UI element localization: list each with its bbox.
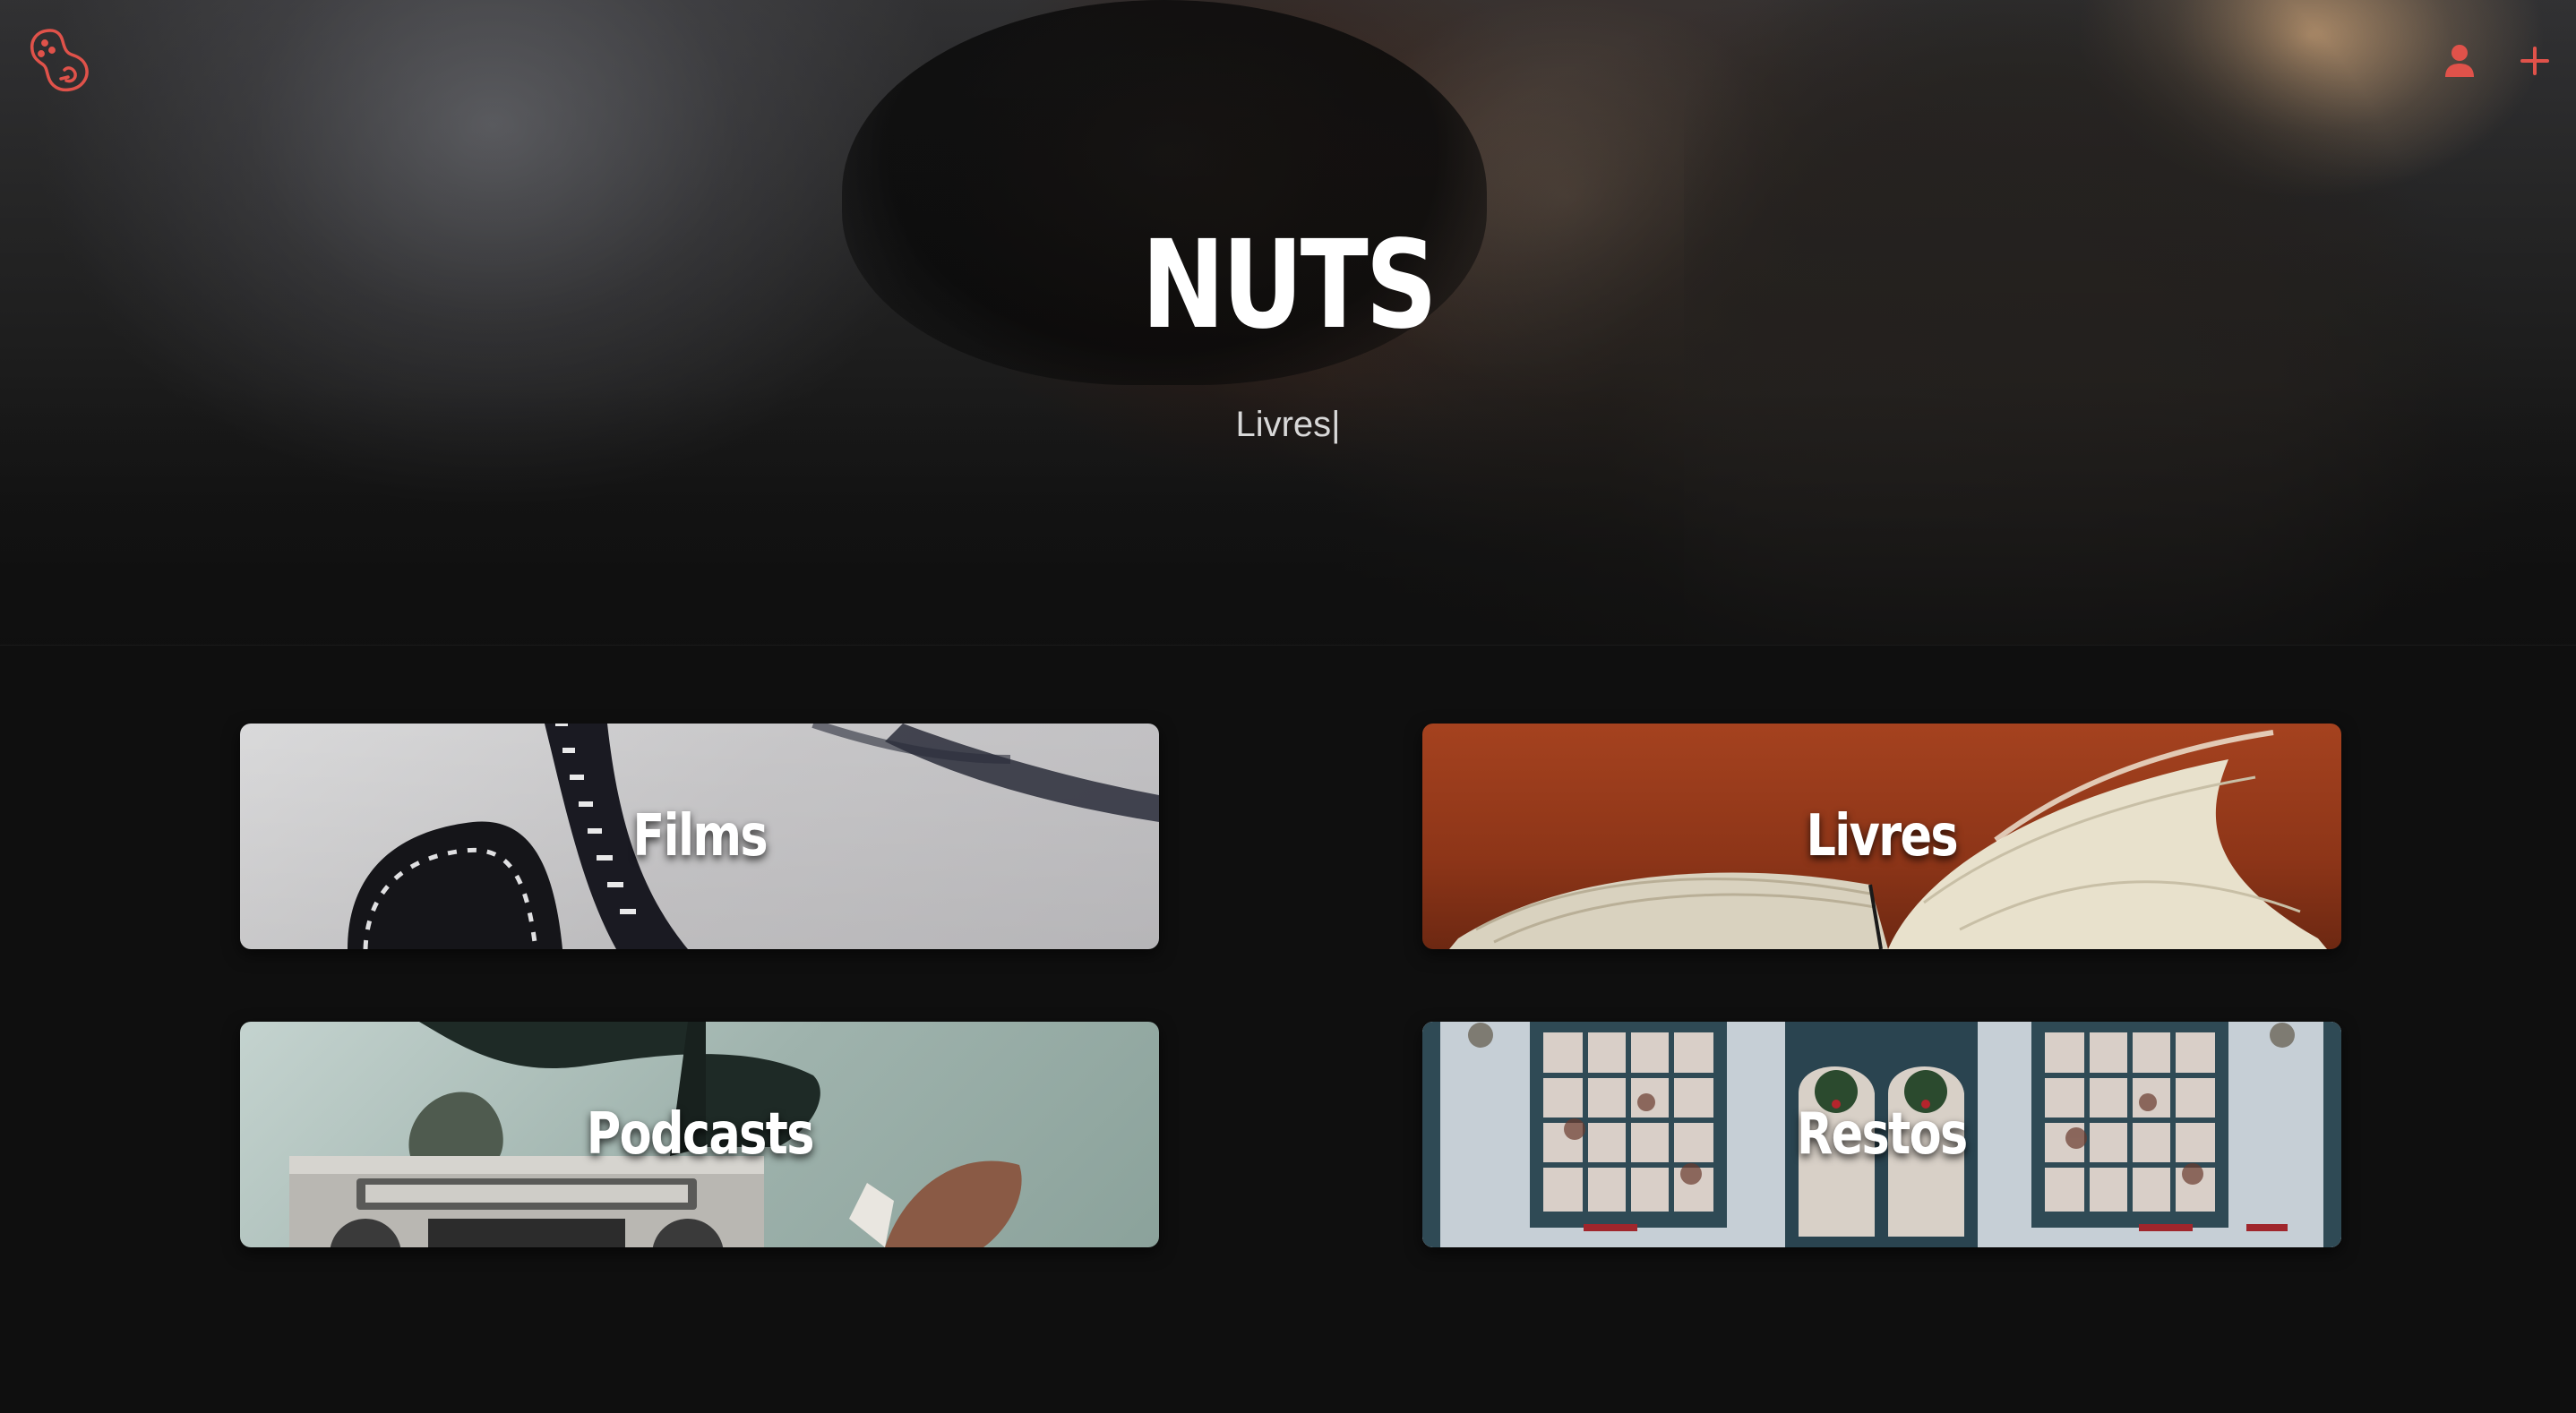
tagline-text: Livres: [1235, 405, 1332, 444]
category-label: Podcasts: [586, 1101, 814, 1168]
user-icon[interactable]: [2438, 39, 2481, 82]
category-card-restos[interactable]: Restos: [1422, 1022, 2341, 1247]
page-title: NUTS: [1141, 215, 1437, 356]
hero-divider: [0, 645, 2576, 646]
plus-icon[interactable]: [2513, 39, 2556, 82]
category-card-livres[interactable]: Livres: [1422, 724, 2341, 949]
category-card-podcasts[interactable]: Podcasts: [240, 1022, 1159, 1247]
peanut-logo-icon[interactable]: [25, 25, 97, 97]
typing-caret: |: [1331, 405, 1341, 444]
category-card-films[interactable]: Films: [240, 724, 1159, 949]
category-label: Restos: [1797, 1101, 1968, 1168]
typing-tagline: Livres|: [0, 405, 2576, 445]
category-label: Livres: [1806, 803, 1959, 869]
category-label: Films: [632, 803, 768, 869]
